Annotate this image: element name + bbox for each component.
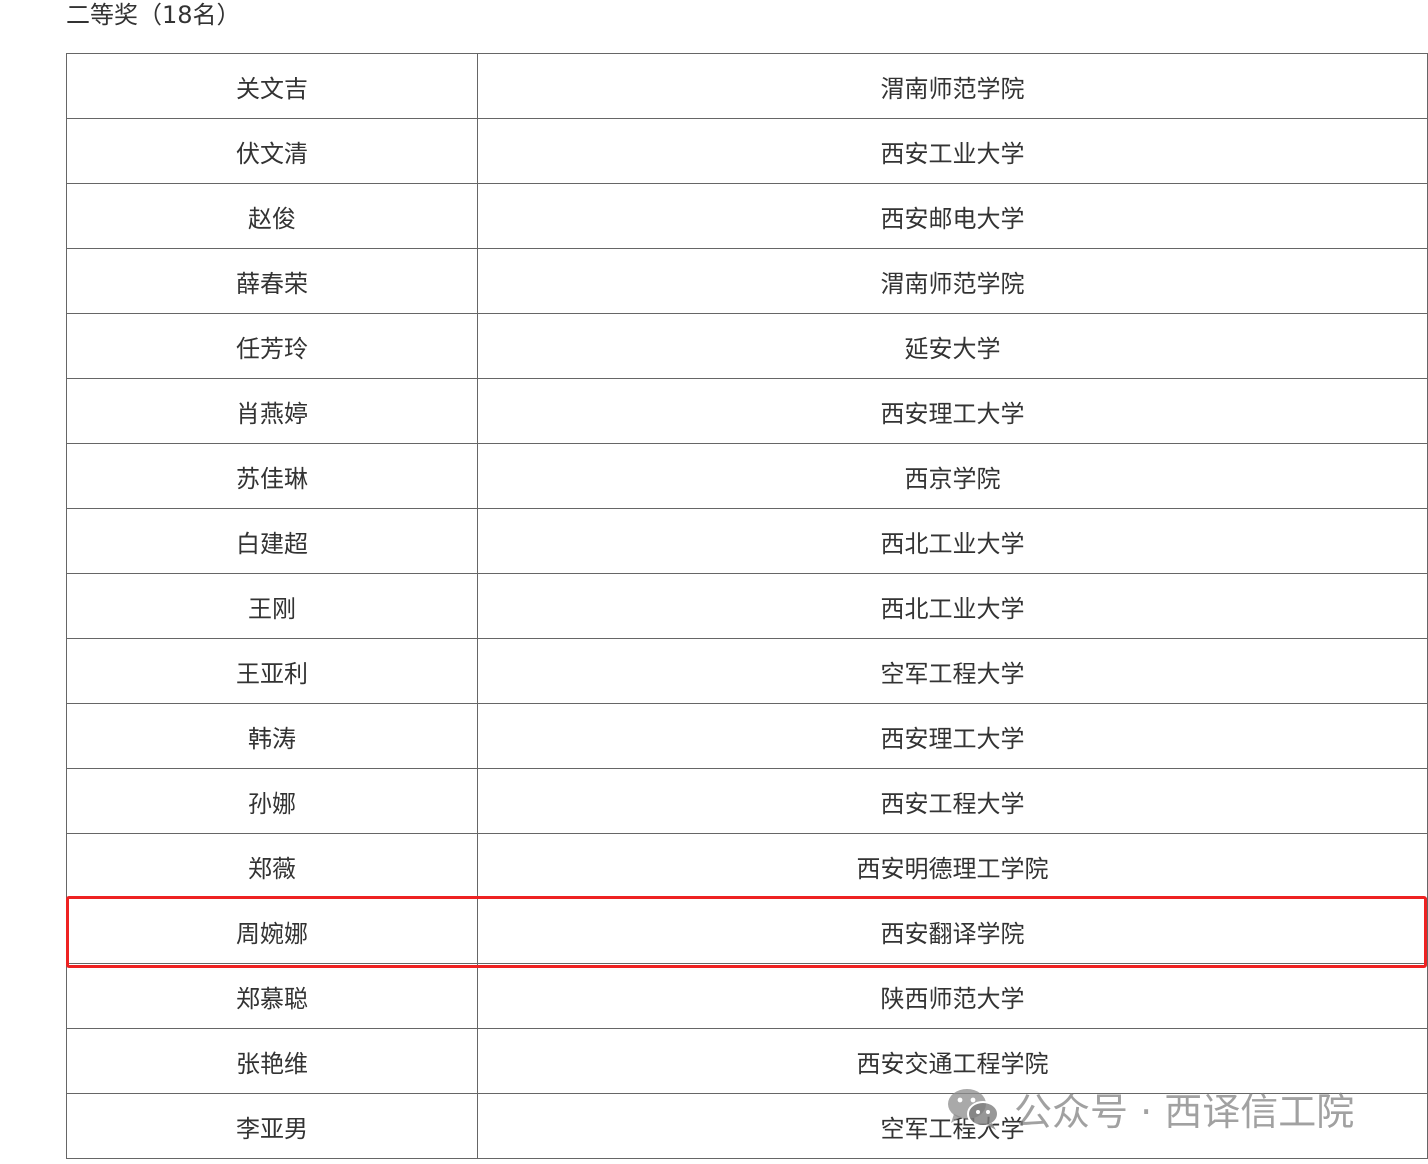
table-row: 孙娜 西安工程大学 xyxy=(66,768,1428,834)
school-cell: 渭南师范学院 xyxy=(477,248,1428,314)
winner-name-cell: 肖燕婷 xyxy=(66,378,478,444)
section-title: 二等奖（18名） xyxy=(66,1,241,29)
winner-name-cell: 苏佳琳 xyxy=(66,443,478,509)
table-row: 郑慕聪 陕西师范大学 xyxy=(66,963,1428,1029)
table-row: 王亚利 空军工程大学 xyxy=(66,638,1428,704)
table-row: 关文吉 渭南师范学院 xyxy=(66,53,1428,119)
table-row: 白建超 西北工业大学 xyxy=(66,508,1428,574)
table-row: 赵俊 西安邮电大学 xyxy=(66,183,1428,249)
table-row: 苏佳琳 西京学院 xyxy=(66,443,1428,509)
school-cell: 西安翻译学院 xyxy=(477,898,1428,964)
winner-name-cell: 赵俊 xyxy=(66,183,478,249)
school-cell: 渭南师范学院 xyxy=(477,53,1428,119)
winner-name-cell: 关文吉 xyxy=(66,53,478,119)
winner-name-cell: 周婉娜 xyxy=(66,898,478,964)
highlighted-table-row: 周婉娜 西安翻译学院 xyxy=(66,898,1428,964)
school-cell: 西北工业大学 xyxy=(477,573,1428,639)
winner-name-cell: 韩涛 xyxy=(66,703,478,769)
table-row: 李亚男 空军工程大学 xyxy=(66,1093,1428,1159)
school-cell: 陕西师范大学 xyxy=(477,963,1428,1029)
table-row: 张艳维 西安交通工程学院 xyxy=(66,1028,1428,1094)
winner-name-cell: 郑薇 xyxy=(66,833,478,899)
table-row: 任芳玲 延安大学 xyxy=(66,313,1428,379)
winner-name-cell: 王亚利 xyxy=(66,638,478,704)
school-cell: 西安工程大学 xyxy=(477,768,1428,834)
table-row: 韩涛 西安理工大学 xyxy=(66,703,1428,769)
table-row: 薛春荣 渭南师范学院 xyxy=(66,248,1428,314)
winner-name-cell: 白建超 xyxy=(66,508,478,574)
table-row: 王刚 西北工业大学 xyxy=(66,573,1428,639)
award-table-body: 关文吉 渭南师范学院 伏文清 西安工业大学 赵俊 西安邮电大学 薛春荣 渭南师范学院 任… xyxy=(66,53,1428,1159)
winner-name-cell: 薛春荣 xyxy=(66,248,478,314)
school-cell: 西安交通工程学院 xyxy=(477,1028,1428,1094)
school-cell: 西安理工大学 xyxy=(477,703,1428,769)
table-row: 伏文清 西安工业大学 xyxy=(66,118,1428,184)
school-cell: 西安邮电大学 xyxy=(477,183,1428,249)
winner-name-cell: 郑慕聪 xyxy=(66,963,478,1029)
school-cell: 西安明德理工学院 xyxy=(477,833,1428,899)
school-cell: 空军工程大学 xyxy=(477,638,1428,704)
winner-name-cell: 伏文清 xyxy=(66,118,478,184)
school-cell: 西安工业大学 xyxy=(477,118,1428,184)
winner-name-cell: 张艳维 xyxy=(66,1028,478,1094)
table-row: 郑薇 西安明德理工学院 xyxy=(66,833,1428,899)
school-cell: 空军工程大学 xyxy=(477,1093,1428,1159)
school-cell: 延安大学 xyxy=(477,313,1428,379)
winner-name-cell: 李亚男 xyxy=(66,1093,478,1159)
award-table: 关文吉 渭南师范学院 伏文清 西安工业大学 赵俊 西安邮电大学 薛春荣 渭南师范学院 任… xyxy=(66,53,1428,1159)
school-cell: 西京学院 xyxy=(477,443,1428,509)
table-row: 肖燕婷 西安理工大学 xyxy=(66,378,1428,444)
school-cell: 西安理工大学 xyxy=(477,378,1428,444)
winner-name-cell: 王刚 xyxy=(66,573,478,639)
winner-name-cell: 任芳玲 xyxy=(66,313,478,379)
winner-name-cell: 孙娜 xyxy=(66,768,478,834)
school-cell: 西北工业大学 xyxy=(477,508,1428,574)
